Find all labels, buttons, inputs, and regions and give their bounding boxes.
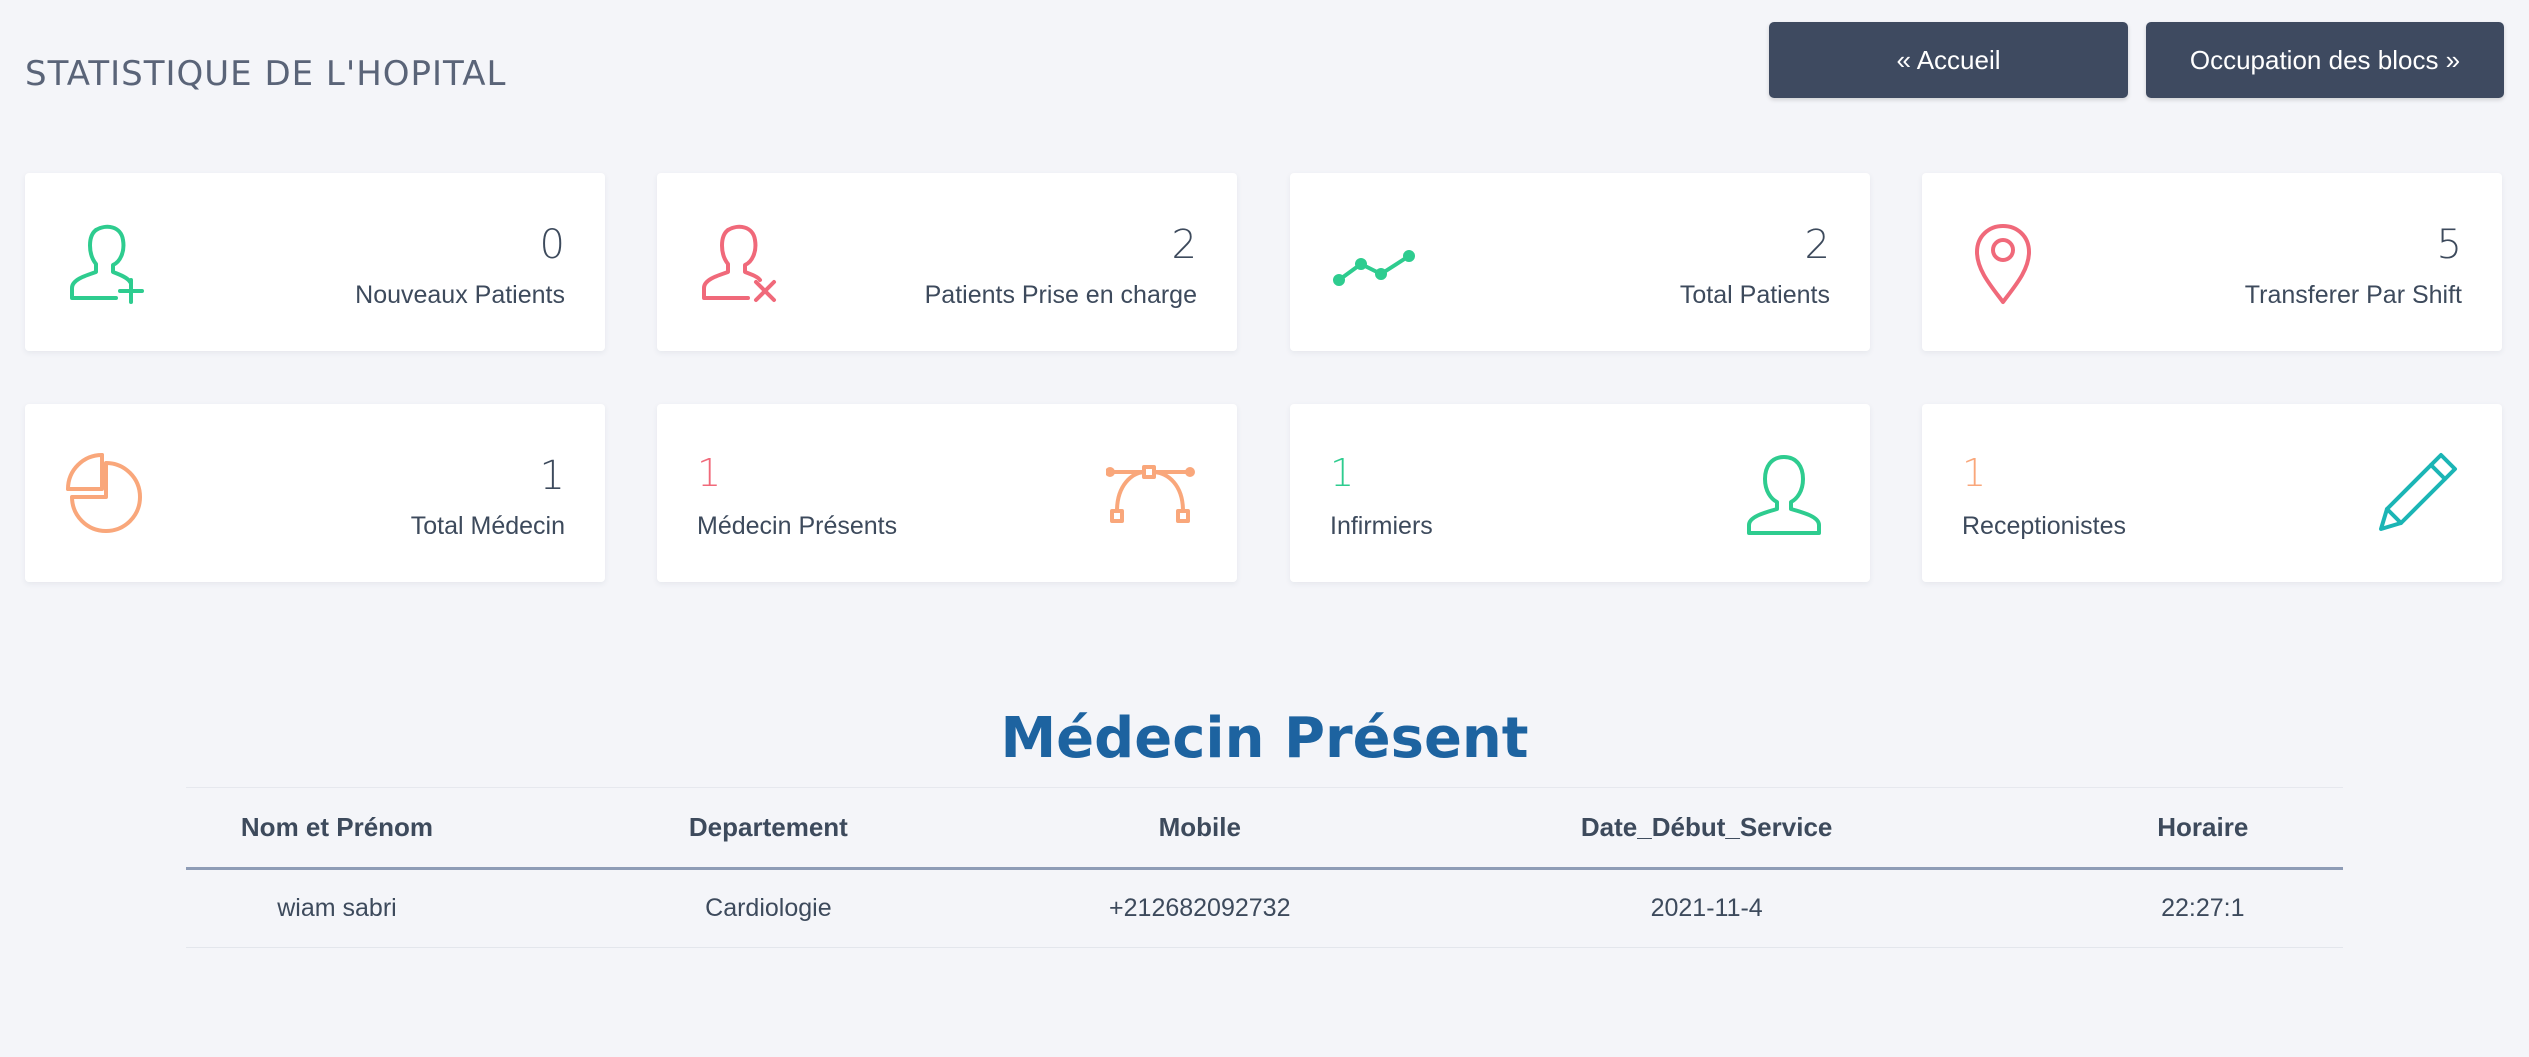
- section-title: Médecin Présent: [1000, 706, 1529, 771]
- doctors-table-wrapper: Nom et Prénom Departement Mobile Date_Dé…: [186, 787, 2343, 948]
- user-remove-icon: [693, 213, 793, 313]
- total-patients-label: Total Patients: [1679, 281, 1830, 309]
- cell-mobile: +212682092732: [1048, 868, 1351, 948]
- col-header-name[interactable]: Nom et Prénom: [186, 787, 488, 870]
- doctors-present-label: Médecin Présents: [697, 512, 898, 540]
- new-patients-label: Nouveaux Patients: [355, 281, 565, 309]
- stat-card-new-patients: 0 Nouveaux Patients: [25, 173, 605, 351]
- doctors-present-value: 1: [697, 451, 722, 495]
- table-row: wiam sabri Cardiologie +212682092732 202…: [186, 868, 2343, 948]
- dashboard-page: STATISTIQUE DE L'HOPITAL « Accueil Occup…: [0, 0, 2529, 1057]
- stat-card-patients-in-care: 2 Patients Prise en charge: [657, 173, 1237, 351]
- pencil-icon: [2366, 444, 2466, 544]
- doctors-present-table: Nom et Prénom Departement Mobile Date_Dé…: [186, 787, 2343, 948]
- cell-schedule: 22:27:1: [2062, 868, 2343, 948]
- cell-department: Cardiologie: [487, 868, 1049, 948]
- col-header-start-date[interactable]: Date_Début_Service: [1350, 787, 2063, 870]
- page-title: STATISTIQUE DE L'HOPITAL: [25, 54, 507, 94]
- nurses-label: Infirmiers: [1330, 512, 1433, 540]
- patients-in-care-label: Patients Prise en charge: [924, 281, 1197, 309]
- col-header-department[interactable]: Departement: [487, 787, 1049, 870]
- total-doctors-label: Total Médecin: [410, 512, 565, 540]
- transfer-per-shift-label: Transferer Par Shift: [2244, 281, 2462, 309]
- new-patients-value: 0: [539, 222, 565, 268]
- cell-name: wiam sabri: [186, 868, 488, 948]
- user-plus-icon: [61, 213, 161, 313]
- user-icon: [1734, 444, 1834, 544]
- bezier-curve-icon: [1101, 444, 1201, 544]
- receptionists-label: Receptionistes: [1962, 512, 2126, 540]
- total-doctors-value: 1: [539, 453, 565, 499]
- stat-card-receptionists: 1 Receptionistes: [1922, 404, 2502, 582]
- home-button[interactable]: « Accueil: [1769, 22, 2128, 98]
- stat-card-total-doctors: 1 Total Médecin: [25, 404, 605, 582]
- pie-chart-icon: [61, 444, 161, 544]
- nurses-value: 1: [1330, 451, 1355, 495]
- cell-start-date: 2021-11-4: [1350, 868, 2063, 948]
- col-header-schedule[interactable]: Horaire: [2062, 787, 2343, 870]
- total-patients-value: 2: [1804, 222, 1830, 268]
- blocks-occupation-button[interactable]: Occupation des blocs »: [2146, 22, 2504, 98]
- col-header-mobile[interactable]: Mobile: [1048, 787, 1351, 870]
- stat-card-nurses: 1 Infirmiers: [1290, 404, 1870, 582]
- stat-card-total-patients: 2 Total Patients: [1290, 173, 1870, 351]
- stat-card-doctors-present: 1 Médecin Présents: [657, 404, 1237, 582]
- trend-line-icon: [1326, 213, 1426, 313]
- stat-card-transfer-per-shift: 5 Transferer Par Shift: [1922, 173, 2502, 351]
- map-pin-icon: [1958, 213, 2058, 313]
- transfer-per-shift-value: 5: [2436, 222, 2462, 268]
- receptionists-value: 1: [1962, 451, 1987, 495]
- table-header-row: Nom et Prénom Departement Mobile Date_Dé…: [186, 787, 2343, 870]
- patients-in-care-value: 2: [1171, 222, 1197, 268]
